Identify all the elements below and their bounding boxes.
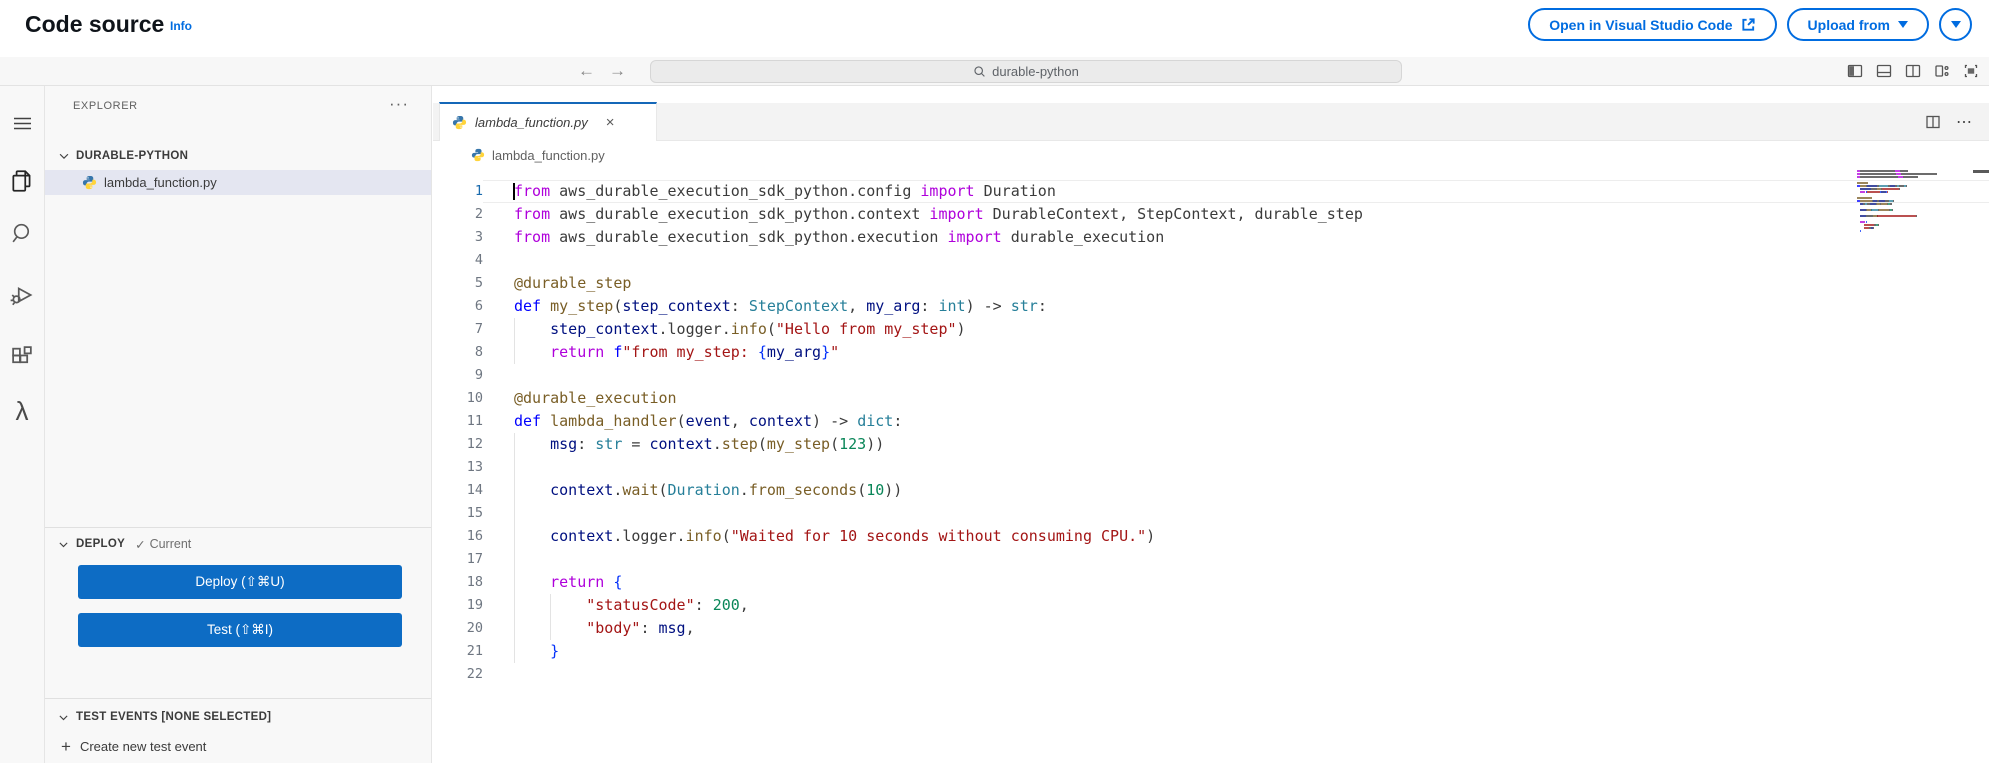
code-line[interactable]: 1 from aws_durable_execution_sdk_python.c… [433, 180, 1989, 203]
breadcrumb-item: lambda_function.py [492, 147, 605, 163]
explorer-title: EXPLORER [73, 100, 138, 112]
page-title: Code source [25, 11, 165, 37]
activity-bar: λ [0, 86, 45, 763]
code-line[interactable]: 4 [433, 249, 1989, 272]
toggle-secondary-sidebar-icon[interactable] [1905, 63, 1921, 79]
code-line[interactable]: 13 [433, 456, 1989, 479]
code-line[interactable]: 16 context.logger.info("Waited for 10 se… [433, 525, 1989, 548]
search-icon [973, 65, 986, 78]
external-link-icon [1741, 17, 1756, 32]
code-line[interactable]: 12 msg: str = context.step(my_step(123)) [433, 433, 1989, 456]
upload-from-button[interactable]: Upload from [1786, 8, 1929, 41]
more-actions-dropdown-button[interactable] [1939, 8, 1972, 41]
create-test-event-row[interactable]: + Create new test event [45, 734, 431, 758]
code-line[interactable]: 8 return f"from my_step: {my_arg}" [433, 341, 1989, 364]
search-value: durable-python [992, 64, 1079, 79]
tab-bar: lambda_function.py × ⋯ [433, 102, 1989, 141]
divider [45, 698, 431, 699]
deploy-status-label: Current [149, 537, 192, 551]
explorer-icon[interactable] [0, 168, 44, 194]
code-line[interactable]: 6 def my_step(step_context: StepContext, … [433, 295, 1989, 318]
divider [45, 527, 431, 528]
deploy-status: ✓ Current [135, 537, 191, 552]
chevron-down-icon [1950, 21, 1961, 28]
editor-group: lambda_function.py × ⋯ lambda_function.p… [433, 86, 1989, 763]
extensions-icon[interactable] [0, 344, 44, 369]
breadcrumb[interactable]: lambda_function.py [433, 142, 1989, 168]
code-line[interactable]: 9 [433, 364, 1989, 387]
fullscreen-icon[interactable] [1963, 63, 1979, 79]
python-file-icon [452, 115, 467, 130]
code-line[interactable]: 7 step_context.logger.info("Hello from m… [433, 318, 1989, 341]
customize-layout-icon[interactable] [1934, 63, 1950, 79]
check-icon: ✓ [135, 537, 146, 552]
create-test-event-label: Create new test event [79, 738, 207, 754]
code-line[interactable]: 21 } [433, 640, 1989, 663]
menu-icon[interactable] [0, 114, 44, 133]
upload-from-label: Upload from [1807, 16, 1890, 33]
chevron-down-icon [1898, 21, 1908, 28]
code-line[interactable]: 5 @durable_step [433, 272, 1989, 295]
code-line[interactable]: 3 from aws_durable_execution_sdk_python.e… [433, 226, 1989, 249]
folder-row-durable-python[interactable]: DURABLE-PYTHON [45, 144, 431, 168]
code-line[interactable]: 14 context.wait(Duration.from_seconds(10… [433, 479, 1989, 502]
python-file-icon [471, 148, 485, 162]
history-nav: ← → [578, 57, 626, 85]
open-in-vscode-label: Open in Visual Studio Code [1549, 16, 1733, 33]
code-line[interactable]: 11 def lambda_handler(event, context) -> … [433, 410, 1989, 433]
text-cursor [513, 183, 515, 200]
run-debug-icon[interactable] [0, 282, 44, 308]
folder-name: DURABLE-PYTHON [76, 150, 189, 162]
python-file-icon [82, 175, 97, 190]
aws-header: Code source Info Open in Visual Studio C… [0, 0, 1989, 57]
open-in-vscode-button[interactable]: Open in Visual Studio Code [1528, 8, 1777, 41]
tab-actions: ⋯ [1925, 103, 1973, 141]
code-lines: 1 from aws_durable_execution_sdk_python.c… [433, 180, 1989, 686]
workbench: λ EXPLORER ··· DURABLE-PYTHON lambda_fun… [0, 86, 1989, 763]
code-line[interactable]: 2 from aws_durable_execution_sdk_python.c… [433, 203, 1989, 226]
code-line[interactable]: 10 @durable_execution [433, 387, 1989, 410]
chevron-down-icon [59, 714, 68, 720]
code-line[interactable]: 20 "body": msg, [433, 617, 1989, 640]
explorer-sidebar: EXPLORER ··· DURABLE-PYTHON lambda_funct… [45, 86, 432, 763]
code-line[interactable]: 18 return { [433, 571, 1989, 594]
deploy-section-title: DEPLOY [76, 538, 126, 550]
test-events-section-header[interactable]: TEST EVENTS [NONE SELECTED] [45, 706, 431, 728]
code-line[interactable]: 22 [433, 663, 1989, 686]
forward-arrow-icon[interactable]: → [609, 61, 626, 81]
back-arrow-icon[interactable]: ← [578, 61, 595, 81]
close-icon[interactable]: × [606, 114, 615, 131]
code-line[interactable]: 19 "statusCode": 200, [433, 594, 1989, 617]
info-link[interactable]: Info [170, 19, 192, 33]
tab-label: lambda_function.py [475, 115, 588, 130]
more-actions-icon[interactable]: ⋯ [1956, 112, 1973, 132]
split-editor-icon[interactable] [1925, 114, 1941, 130]
editor-titlebar: ← → durable-python [0, 57, 1989, 86]
search-icon[interactable] [0, 221, 44, 246]
layout-controls [1847, 57, 1979, 85]
code-line[interactable]: 15 [433, 502, 1989, 525]
toggle-sidebar-icon[interactable] [1847, 63, 1863, 79]
plus-icon: + [61, 736, 71, 756]
toggle-panel-icon[interactable] [1876, 63, 1892, 79]
overview-ruler-cursor-mark [1973, 170, 1989, 173]
header-actions: Open in Visual Studio Code Upload from [1528, 8, 1972, 41]
chevron-down-icon [59, 153, 69, 160]
chevron-down-icon [59, 541, 68, 547]
file-row-lambda-function[interactable]: lambda_function.py [45, 170, 431, 195]
search-input[interactable]: durable-python [650, 60, 1402, 83]
test-events-title: TEST EVENTS [NONE SELECTED] [76, 711, 272, 723]
deploy-section-header[interactable]: DEPLOY ✓ Current [45, 533, 431, 555]
aws-lambda-icon[interactable]: λ [0, 398, 44, 424]
code-editor[interactable]: 1 from aws_durable_execution_sdk_python.c… [433, 168, 1989, 763]
file-name: lambda_function.py [104, 175, 217, 190]
code-line[interactable]: 17 [433, 548, 1989, 571]
tab-lambda-function[interactable]: lambda_function.py × [439, 102, 657, 141]
minimap[interactable] [1857, 170, 1975, 236]
explorer-more-icon[interactable]: ··· [389, 94, 409, 114]
deploy-button[interactable]: Deploy (⇧⌘U) [78, 565, 402, 599]
test-button[interactable]: Test (⇧⌘I) [78, 613, 402, 647]
